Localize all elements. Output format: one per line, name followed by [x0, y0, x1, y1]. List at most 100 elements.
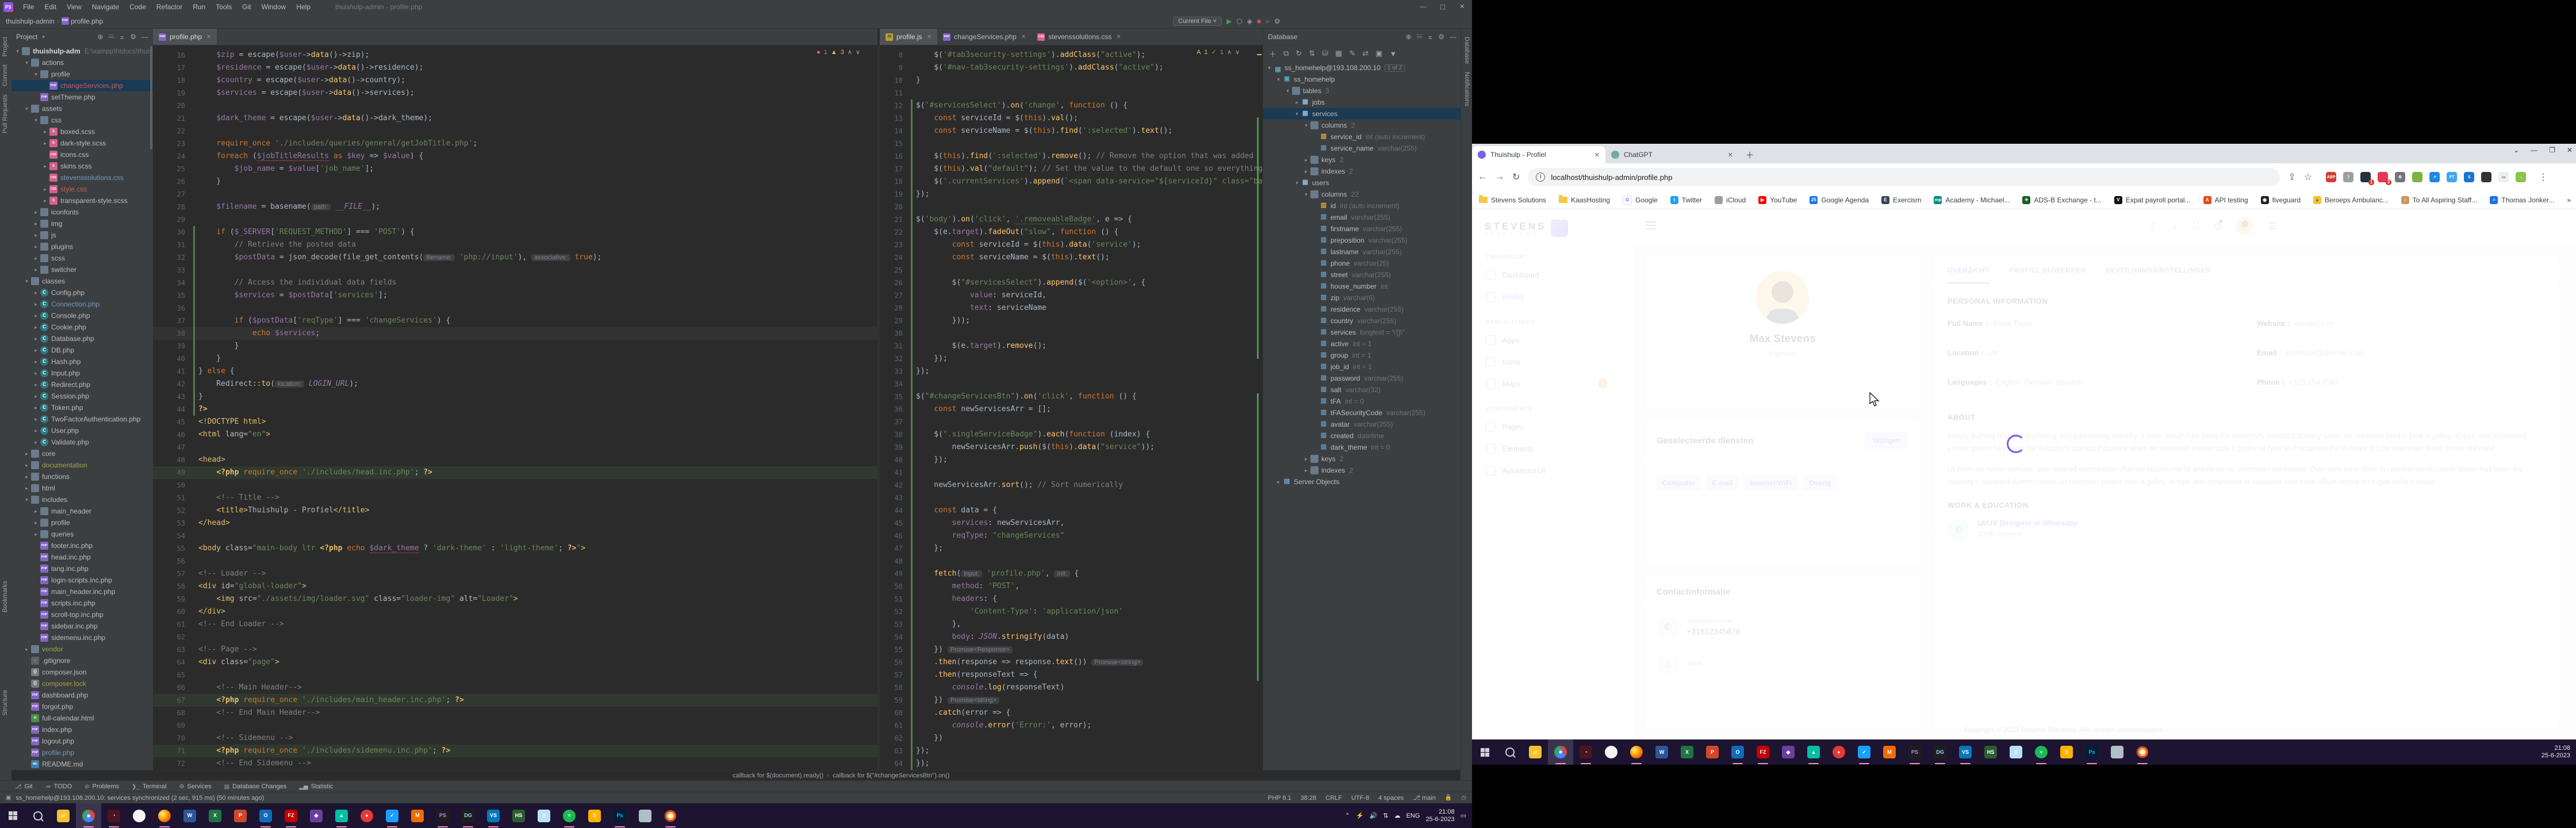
bookmark-google-agenda[interactable]: 25Google Agenda [1810, 196, 1869, 204]
extension-icon-10[interactable] [2481, 172, 2491, 182]
tree-item-main-header-inc-php[interactable]: PHPmain_header.inc.php [12, 586, 153, 597]
tree-item-token-php[interactable]: ▸CToken.php [12, 402, 153, 413]
coverage-button[interactable]: ◈ [1247, 17, 1252, 25]
taskbar-app-gray-app[interactable] [632, 803, 658, 828]
options-icon[interactable]: ⚙ [130, 33, 136, 41]
tree-item-includes[interactable]: ▾includes [12, 494, 153, 505]
collapse-all-icon[interactable]: ⌅ [119, 33, 125, 41]
address-bar[interactable]: i localhost/thuishulp-admin/profile.php [1528, 168, 2280, 186]
taskbar-app-purple-app[interactable]: ◆ [304, 803, 329, 828]
hide-icon[interactable]: — [141, 33, 148, 41]
taskbar-app-word[interactable]: W [177, 803, 202, 828]
tree-item-zip[interactable]: ▥zipvarchar(6) [1263, 292, 1461, 304]
extension-icon-12[interactable]: ⌂ [2516, 172, 2526, 182]
taskbar-app-hs-app[interactable]: HS [1978, 739, 2003, 765]
editor-splitter[interactable] [877, 45, 880, 770]
tree-item-stevenssolutions-css[interactable]: CSSstevenssolutions.css [12, 172, 153, 183]
tree-item-created[interactable]: ▥createddatetime [1263, 430, 1461, 442]
tree-item-assets[interactable]: ▾assets [12, 103, 153, 114]
taskbar-app-steam-check[interactable]: ✓ [379, 803, 405, 828]
tree-item-profile-php[interactable]: PHPprofile.php [12, 747, 153, 758]
breadcrumb-project[interactable]: thuishulp-admin [6, 17, 55, 25]
tree-item-changeservices-php[interactable]: PHPchangeServices.php [12, 80, 153, 91]
tree-item-firstname[interactable]: ▥firstnamevarchar(255) [1263, 223, 1461, 235]
lock-icon[interactable]: 🔒 [1445, 795, 1452, 801]
bookmark-exercism[interactable]: EExercism [1881, 196, 1921, 204]
minimize-icon[interactable]: — [2531, 146, 2537, 154]
collapse-all-icon[interactable]: ⌅ [1427, 33, 1433, 41]
tree-item-lang-inc-php[interactable]: PHPlang.inc.php [12, 563, 153, 574]
tree-item-queries[interactable]: ▸queries [12, 528, 153, 540]
taskbar-app-color-ring-app[interactable] [2130, 739, 2155, 765]
tree-item-services[interactable]: ▾▦services [1263, 108, 1461, 120]
extension-icon-1[interactable]: ABP [2326, 172, 2336, 182]
tree-item-jobs[interactable]: ▸▦jobs [1263, 97, 1461, 108]
options-icon[interactable]: ⚙ [1438, 33, 1444, 41]
close-tab-icon[interactable]: ✕ [1728, 151, 1733, 159]
expand-all-icon[interactable]: 𝄘 [109, 33, 114, 41]
tree-item-composer-json[interactable]: {}composer.json [12, 666, 153, 678]
toolwindow-services[interactable]: ⚙Services [179, 783, 212, 790]
extension-icon-11[interactable]: ▭ [2498, 172, 2509, 182]
locate-icon[interactable]: ⊕ [98, 33, 103, 41]
tree-item-boxed-scss[interactable]: ▸Sboxed.scss [12, 126, 153, 137]
bookmark-twitter[interactable]: tTwitter [1670, 196, 1702, 204]
taskbar-app-red-app[interactable]: ● [354, 803, 379, 828]
taskbar-app-spotify[interactable]: ≈ [557, 803, 582, 828]
taskbar-app-spotify[interactable]: ≈ [2029, 739, 2054, 765]
minimize-icon[interactable]: — [1413, 0, 1433, 14]
bookmark-beroeps-ambulanc-[interactable]: ▲Beroeps Ambulanc... [2313, 196, 2389, 204]
taskbar-app-firefox[interactable] [1624, 739, 1649, 765]
taskbar-app-purple-app[interactable]: ◆ [1776, 739, 1801, 765]
tree-item-validate-php[interactable]: ▸CValidate.php [12, 436, 153, 448]
tree-item-server-objects[interactable]: ▸▤Server Objects [1263, 476, 1461, 488]
tree-item-tfasecuritycode[interactable]: ▥tFASecurityCodevarchar(255) [1263, 407, 1461, 419]
breadcrumb-file[interactable]: profile.php [71, 17, 103, 25]
extension-icon-6[interactable] [2412, 172, 2422, 182]
taskbar-app-powerpoint[interactable]: P [228, 803, 253, 828]
menu-tools[interactable]: Tools [210, 3, 237, 11]
hide-icon[interactable]: — [1450, 33, 1456, 41]
taskbar-app-gray-app[interactable] [2104, 739, 2130, 765]
tree-item-columns[interactable]: ▾columns2 [1263, 120, 1461, 131]
settings-icon[interactable]: ⚙ [1274, 17, 1281, 25]
taskbar-app-explorer[interactable]: 📁 [1523, 739, 1548, 765]
tree-item-switcher[interactable]: ▸switcher [12, 264, 153, 275]
menu-file[interactable]: File [18, 3, 39, 11]
debug-button[interactable]: ⬡ [1236, 17, 1242, 25]
tree-item-documentation[interactable]: ▸documentation [12, 459, 153, 471]
line-separator[interactable]: CRLF [1325, 795, 1342, 802]
taskbar-app-chrome[interactable] [1548, 739, 1573, 765]
taskbar-app-red-app[interactable]: ● [1826, 739, 1851, 765]
tree-item-keys[interactable]: ▸keys2 [1263, 154, 1461, 166]
taskbar-app-clock-app[interactable]: ◔ [101, 803, 126, 828]
taskbar-app-filezilla[interactable]: FZ [278, 803, 304, 828]
menu-git[interactable]: Git [237, 3, 256, 11]
run-config-dropdown[interactable]: Current File ˅ [1173, 17, 1222, 26]
toolwindow-statistic[interactable]: ▂▅Statistic [299, 783, 333, 790]
search-everywhere-icon[interactable]: ⌕ [1266, 17, 1270, 26]
tree-item-css[interactable]: ▾css [12, 114, 153, 126]
tree-item-user-php[interactable]: ▸CUser.php [12, 425, 153, 436]
php-version[interactable]: PHP 8.1 [1268, 795, 1291, 802]
tree-item-vendor[interactable]: ▸vendor [12, 643, 153, 655]
tray-network-icon[interactable]: ⇅ [1383, 812, 1388, 819]
editor-pane-left[interactable]: PHP profile.php✕ ●1 ▲3 ∧∨ 16 $zip = esca… [153, 29, 877, 770]
tree-item-session-php[interactable]: ▸CSession.php [12, 390, 153, 402]
tree-item-redirect-php[interactable]: ▸CRedirect.php [12, 379, 153, 390]
tree-item-service-name[interactable]: ▥service_namevarchar(255) [1263, 143, 1461, 154]
new-tab-button[interactable]: ＋ [1742, 147, 1757, 162]
share-icon[interactable]: ⇪ [2288, 171, 2295, 183]
stop-button[interactable]: ■ [1257, 17, 1261, 25]
taskbar-app-blue-window-app[interactable]: ▯ [2003, 739, 2029, 765]
tree-item-preposition[interactable]: ▥prepositionvarchar(255) [1263, 235, 1461, 246]
bookmarks-overflow-icon[interactable]: » [2567, 196, 2571, 204]
taskbar-app-blue-window-app[interactable]: ▯ [531, 803, 557, 828]
toolwindow-notifications[interactable]: Notifications [1463, 72, 1470, 106]
tree-item-password[interactable]: ▥passwordvarchar(255) [1263, 373, 1461, 384]
close-tab-icon[interactable]: ✕ [1021, 34, 1026, 40]
tree-item-id[interactable]: ▥idint (auto increment) [1263, 200, 1461, 212]
bookmark-star-icon[interactable]: ☆ [2304, 171, 2312, 183]
taskbar-app-prism-app[interactable]: ▲ [1801, 739, 1826, 765]
tree-item-country[interactable]: ▥countryvarchar(255) [1263, 315, 1461, 327]
